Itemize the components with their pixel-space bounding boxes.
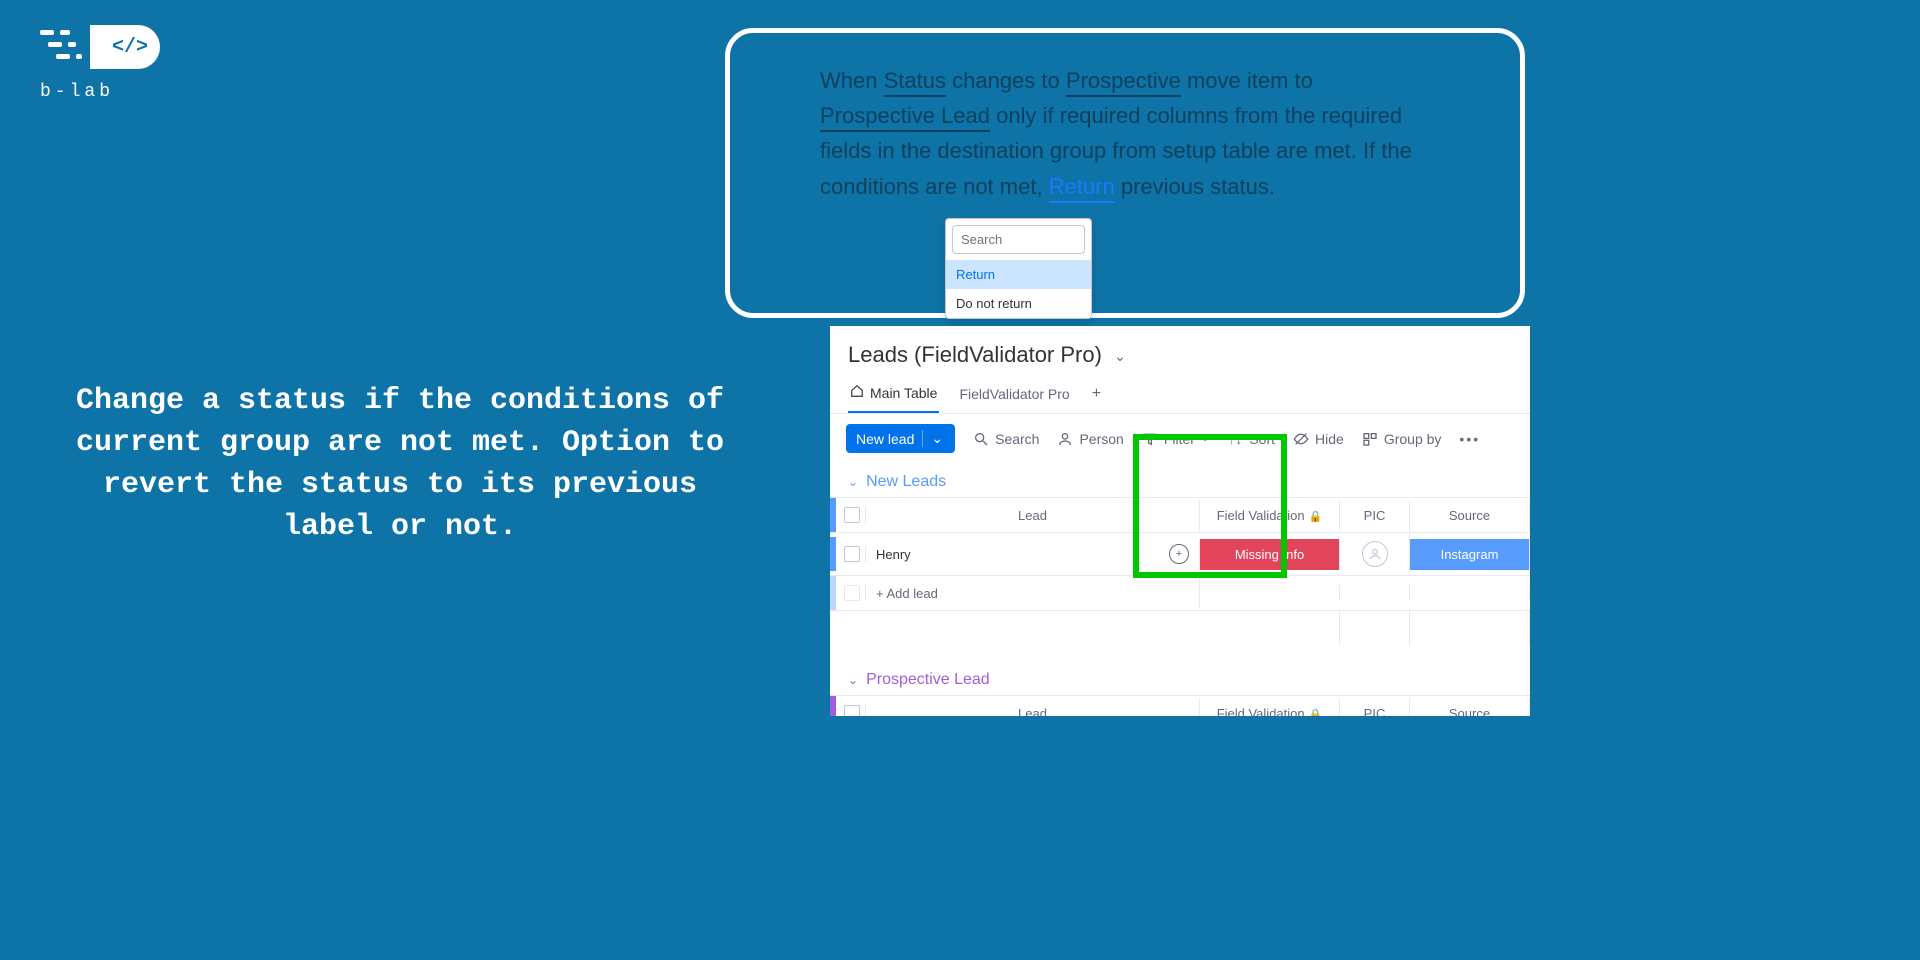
- automation-sentence: When Status changes to Prospective move …: [820, 63, 1430, 204]
- status-badge: Instagram: [1410, 539, 1529, 570]
- lock-icon: 🔒: [1309, 709, 1323, 717]
- col-lead[interactable]: Lead: [866, 698, 1200, 717]
- hide-button[interactable]: Hide: [1293, 431, 1344, 447]
- text: changes to: [952, 68, 1060, 93]
- home-icon: [850, 384, 864, 401]
- label: Filter: [1164, 431, 1195, 447]
- svg-text:</>: </>: [112, 36, 148, 59]
- more-button[interactable]: •••: [1459, 431, 1480, 447]
- group-prospective-lead: ⌄ Prospective Lead Lead Field Validation…: [830, 671, 1530, 716]
- column-headers: Lead Field Validation 🔒 PIC Source: [830, 696, 1530, 716]
- eye-off-icon: [1293, 431, 1309, 447]
- tab-main-table[interactable]: Main Table: [848, 378, 939, 413]
- lead-name-cell[interactable]: Henry +: [866, 539, 1200, 570]
- avatar-icon: [1362, 541, 1388, 567]
- chevron-down-icon: ⌄: [848, 673, 858, 687]
- filter-icon: [1142, 431, 1158, 447]
- col-source[interactable]: Source: [1410, 698, 1530, 717]
- col-lead[interactable]: Lead: [866, 500, 1200, 531]
- label: Field Validation: [1217, 706, 1305, 717]
- add-lead-label[interactable]: + Add lead: [866, 578, 1200, 609]
- column-headers: Lead Field Validation 🔒 PIC Source: [830, 498, 1530, 533]
- table-row[interactable]: Henry + Missing Info Instagram: [830, 533, 1530, 576]
- chevron-down-icon: ⌄: [848, 475, 858, 489]
- filter-button[interactable]: Filter ⌄: [1142, 431, 1210, 447]
- group-title: Prospective Lead: [866, 671, 990, 689]
- label: Field Validation: [1217, 508, 1305, 523]
- label: Group by: [1384, 431, 1442, 447]
- group-new-leads: ⌄ New Leads Lead Field Validation 🔒 PIC S…: [830, 473, 1530, 645]
- tab-label: Main Table: [870, 385, 937, 401]
- row-checkbox: [844, 585, 860, 601]
- add-view-button[interactable]: +: [1090, 379, 1103, 413]
- destination-token[interactable]: Prospective Lead: [820, 103, 990, 132]
- logo: </> b-lab: [40, 20, 160, 102]
- pic-cell[interactable]: [1340, 533, 1410, 575]
- marketing-text: Change a status if the conditions of cur…: [70, 380, 730, 548]
- automation-rule-panel: When Status changes to Prospective move …: [725, 28, 1525, 318]
- chevron-down-icon[interactable]: ⌄: [922, 430, 951, 447]
- col-validation[interactable]: Field Validation 🔒: [1200, 698, 1340, 717]
- logo-label: b-lab: [40, 82, 160, 102]
- logo-icon: </>: [40, 20, 160, 76]
- text: When: [820, 68, 877, 93]
- target-status-token[interactable]: Prospective: [1066, 68, 1181, 97]
- status-token[interactable]: Status: [884, 68, 946, 97]
- new-lead-button[interactable]: New lead ⌄: [846, 424, 955, 453]
- group-icon: [1362, 431, 1378, 447]
- summary-row: [830, 611, 1530, 645]
- dropdown-option-do-not-return[interactable]: Do not return: [946, 289, 1091, 318]
- view-tabs: Main Table FieldValidator Pro +: [830, 372, 1530, 414]
- search-button[interactable]: Search: [973, 431, 1039, 447]
- chat-icon[interactable]: +: [1169, 544, 1189, 564]
- text: previous status.: [1121, 174, 1275, 199]
- board-title-label: Leads (FieldValidator Pro): [848, 342, 1102, 367]
- source-cell[interactable]: Instagram: [1410, 539, 1530, 570]
- label: Sort: [1249, 431, 1275, 447]
- text: move item to: [1187, 68, 1313, 93]
- group-header[interactable]: ⌄ New Leads: [830, 473, 1530, 497]
- col-validation[interactable]: Field Validation 🔒: [1200, 500, 1340, 531]
- sort-button[interactable]: ↑↓ Sort: [1227, 431, 1275, 447]
- validation-cell[interactable]: Missing Info: [1200, 539, 1340, 570]
- select-all-checkbox[interactable]: [844, 507, 860, 523]
- label: Search: [995, 431, 1039, 447]
- col-source[interactable]: Source: [1410, 500, 1530, 531]
- tab-fieldvalidator[interactable]: FieldValidator Pro: [957, 380, 1071, 412]
- action-token[interactable]: Return: [1049, 174, 1115, 203]
- cell-value: Henry: [876, 547, 911, 562]
- board-toolbar: New lead ⌄ Search Person Filter ⌄ ↑↓ Sor…: [830, 414, 1530, 463]
- group-by-button[interactable]: Group by: [1362, 431, 1442, 447]
- button-label: New lead: [856, 431, 914, 447]
- dropdown-search-input[interactable]: [952, 225, 1085, 254]
- plus-icon: +: [1092, 385, 1101, 403]
- tab-label: FieldValidator Pro: [959, 386, 1069, 402]
- group-title: New Leads: [866, 473, 946, 491]
- board-title[interactable]: Leads (FieldValidator Pro) ⌄: [830, 326, 1530, 372]
- label: Hide: [1315, 431, 1344, 447]
- row-checkbox[interactable]: [844, 546, 860, 562]
- select-all-checkbox[interactable]: [844, 705, 860, 716]
- lock-icon: 🔒: [1309, 511, 1323, 523]
- chevron-down-icon[interactable]: ⌄: [1114, 348, 1126, 365]
- col-pic[interactable]: PIC: [1340, 698, 1410, 717]
- col-pic[interactable]: PIC: [1340, 500, 1410, 531]
- group-header[interactable]: ⌄ Prospective Lead: [830, 671, 1530, 695]
- status-badge: Missing Info: [1200, 539, 1339, 570]
- dropdown-option-return[interactable]: Return: [946, 260, 1091, 289]
- action-dropdown[interactable]: Return Do not return: [945, 218, 1092, 319]
- search-icon: [973, 431, 989, 447]
- person-filter[interactable]: Person: [1057, 431, 1123, 447]
- label: Person: [1079, 431, 1123, 447]
- sort-icon: ↑↓: [1227, 431, 1243, 447]
- add-lead-row[interactable]: + Add lead: [830, 576, 1530, 611]
- person-icon: [1057, 431, 1073, 447]
- chevron-down-icon: ⌄: [1201, 433, 1209, 444]
- board-panel: Leads (FieldValidator Pro) ⌄ Main Table …: [830, 326, 1530, 716]
